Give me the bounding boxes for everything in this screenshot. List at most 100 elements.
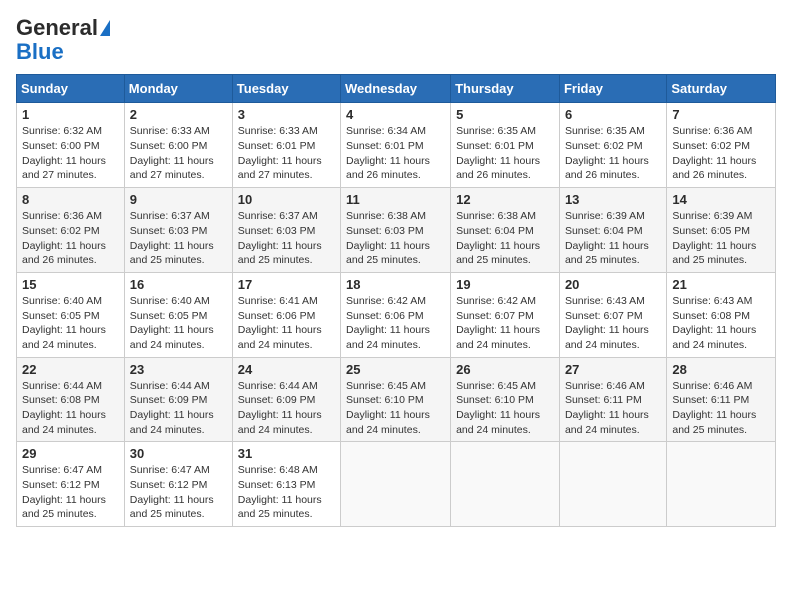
day-info: Sunrise: 6:33 AMSunset: 6:01 PMDaylight:… — [238, 125, 322, 181]
day-number: 15 — [22, 277, 119, 292]
calendar-week-row: 22 Sunrise: 6:44 AMSunset: 6:08 PMDaylig… — [17, 357, 776, 442]
day-info: Sunrise: 6:44 AMSunset: 6:08 PMDaylight:… — [22, 380, 106, 436]
day-number: 10 — [238, 192, 335, 207]
day-info: Sunrise: 6:39 AMSunset: 6:05 PMDaylight:… — [672, 210, 756, 266]
calendar-cell: 31 Sunrise: 6:48 AMSunset: 6:13 PMDaylig… — [232, 442, 340, 527]
day-number: 19 — [456, 277, 554, 292]
calendar-cell: 21 Sunrise: 6:43 AMSunset: 6:08 PMDaylig… — [667, 272, 776, 357]
day-info: Sunrise: 6:39 AMSunset: 6:04 PMDaylight:… — [565, 210, 649, 266]
day-number: 2 — [130, 107, 227, 122]
calendar-cell: 7 Sunrise: 6:36 AMSunset: 6:02 PMDayligh… — [667, 103, 776, 188]
day-number: 16 — [130, 277, 227, 292]
day-number: 7 — [672, 107, 770, 122]
day-number: 17 — [238, 277, 335, 292]
day-number: 27 — [565, 362, 661, 377]
day-number: 20 — [565, 277, 661, 292]
day-number: 5 — [456, 107, 554, 122]
calendar-cell: 14 Sunrise: 6:39 AMSunset: 6:05 PMDaylig… — [667, 188, 776, 273]
calendar-cell: 5 Sunrise: 6:35 AMSunset: 6:01 PMDayligh… — [451, 103, 560, 188]
logo: General Blue — [16, 16, 110, 64]
weekday-header: Thursday — [451, 75, 560, 103]
calendar-cell: 13 Sunrise: 6:39 AMSunset: 6:04 PMDaylig… — [559, 188, 666, 273]
weekday-header: Tuesday — [232, 75, 340, 103]
calendar-cell: 29 Sunrise: 6:47 AMSunset: 6:12 PMDaylig… — [17, 442, 125, 527]
day-info: Sunrise: 6:35 AMSunset: 6:01 PMDaylight:… — [456, 125, 540, 181]
calendar-cell: 18 Sunrise: 6:42 AMSunset: 6:06 PMDaylig… — [341, 272, 451, 357]
logo-arrow-icon — [100, 20, 110, 36]
day-number: 13 — [565, 192, 661, 207]
day-info: Sunrise: 6:38 AMSunset: 6:04 PMDaylight:… — [456, 210, 540, 266]
day-info: Sunrise: 6:42 AMSunset: 6:07 PMDaylight:… — [456, 295, 540, 351]
day-number: 12 — [456, 192, 554, 207]
day-info: Sunrise: 6:44 AMSunset: 6:09 PMDaylight:… — [238, 380, 322, 436]
calendar-header-row: SundayMondayTuesdayWednesdayThursdayFrid… — [17, 75, 776, 103]
day-info: Sunrise: 6:37 AMSunset: 6:03 PMDaylight:… — [130, 210, 214, 266]
day-number: 29 — [22, 446, 119, 461]
day-info: Sunrise: 6:40 AMSunset: 6:05 PMDaylight:… — [130, 295, 214, 351]
calendar-cell: 10 Sunrise: 6:37 AMSunset: 6:03 PMDaylig… — [232, 188, 340, 273]
calendar-cell: 3 Sunrise: 6:33 AMSunset: 6:01 PMDayligh… — [232, 103, 340, 188]
day-info: Sunrise: 6:47 AMSunset: 6:12 PMDaylight:… — [130, 464, 214, 520]
calendar-cell: 9 Sunrise: 6:37 AMSunset: 6:03 PMDayligh… — [124, 188, 232, 273]
weekday-header: Sunday — [17, 75, 125, 103]
day-number: 11 — [346, 192, 445, 207]
calendar-cell: 26 Sunrise: 6:45 AMSunset: 6:10 PMDaylig… — [451, 357, 560, 442]
day-info: Sunrise: 6:40 AMSunset: 6:05 PMDaylight:… — [22, 295, 106, 351]
day-number: 1 — [22, 107, 119, 122]
day-info: Sunrise: 6:33 AMSunset: 6:00 PMDaylight:… — [130, 125, 214, 181]
day-number: 6 — [565, 107, 661, 122]
calendar-cell: 12 Sunrise: 6:38 AMSunset: 6:04 PMDaylig… — [451, 188, 560, 273]
calendar-cell: 25 Sunrise: 6:45 AMSunset: 6:10 PMDaylig… — [341, 357, 451, 442]
day-number: 3 — [238, 107, 335, 122]
day-info: Sunrise: 6:38 AMSunset: 6:03 PMDaylight:… — [346, 210, 430, 266]
day-info: Sunrise: 6:41 AMSunset: 6:06 PMDaylight:… — [238, 295, 322, 351]
calendar-cell: 19 Sunrise: 6:42 AMSunset: 6:07 PMDaylig… — [451, 272, 560, 357]
day-info: Sunrise: 6:45 AMSunset: 6:10 PMDaylight:… — [346, 380, 430, 436]
calendar-week-row: 29 Sunrise: 6:47 AMSunset: 6:12 PMDaylig… — [17, 442, 776, 527]
day-info: Sunrise: 6:43 AMSunset: 6:08 PMDaylight:… — [672, 295, 756, 351]
day-info: Sunrise: 6:42 AMSunset: 6:06 PMDaylight:… — [346, 295, 430, 351]
calendar-cell: 17 Sunrise: 6:41 AMSunset: 6:06 PMDaylig… — [232, 272, 340, 357]
calendar-cell: 11 Sunrise: 6:38 AMSunset: 6:03 PMDaylig… — [341, 188, 451, 273]
weekday-header: Wednesday — [341, 75, 451, 103]
calendar-week-row: 15 Sunrise: 6:40 AMSunset: 6:05 PMDaylig… — [17, 272, 776, 357]
calendar-cell — [451, 442, 560, 527]
calendar-week-row: 8 Sunrise: 6:36 AMSunset: 6:02 PMDayligh… — [17, 188, 776, 273]
weekday-header: Saturday — [667, 75, 776, 103]
day-info: Sunrise: 6:46 AMSunset: 6:11 PMDaylight:… — [565, 380, 649, 436]
page-header: General Blue — [16, 16, 776, 64]
calendar-cell: 8 Sunrise: 6:36 AMSunset: 6:02 PMDayligh… — [17, 188, 125, 273]
calendar-cell — [667, 442, 776, 527]
calendar-cell: 4 Sunrise: 6:34 AMSunset: 6:01 PMDayligh… — [341, 103, 451, 188]
day-number: 24 — [238, 362, 335, 377]
day-info: Sunrise: 6:35 AMSunset: 6:02 PMDaylight:… — [565, 125, 649, 181]
day-info: Sunrise: 6:48 AMSunset: 6:13 PMDaylight:… — [238, 464, 322, 520]
calendar-cell: 2 Sunrise: 6:33 AMSunset: 6:00 PMDayligh… — [124, 103, 232, 188]
day-info: Sunrise: 6:47 AMSunset: 6:12 PMDaylight:… — [22, 464, 106, 520]
day-info: Sunrise: 6:34 AMSunset: 6:01 PMDaylight:… — [346, 125, 430, 181]
day-number: 22 — [22, 362, 119, 377]
day-info: Sunrise: 6:36 AMSunset: 6:02 PMDaylight:… — [672, 125, 756, 181]
calendar-cell: 16 Sunrise: 6:40 AMSunset: 6:05 PMDaylig… — [124, 272, 232, 357]
day-number: 23 — [130, 362, 227, 377]
calendar-cell: 15 Sunrise: 6:40 AMSunset: 6:05 PMDaylig… — [17, 272, 125, 357]
day-number: 9 — [130, 192, 227, 207]
calendar-cell: 28 Sunrise: 6:46 AMSunset: 6:11 PMDaylig… — [667, 357, 776, 442]
calendar-cell: 24 Sunrise: 6:44 AMSunset: 6:09 PMDaylig… — [232, 357, 340, 442]
day-number: 21 — [672, 277, 770, 292]
calendar-cell — [559, 442, 666, 527]
day-number: 31 — [238, 446, 335, 461]
calendar-cell — [341, 442, 451, 527]
calendar-cell: 22 Sunrise: 6:44 AMSunset: 6:08 PMDaylig… — [17, 357, 125, 442]
weekday-header: Friday — [559, 75, 666, 103]
day-number: 18 — [346, 277, 445, 292]
calendar-cell: 1 Sunrise: 6:32 AMSunset: 6:00 PMDayligh… — [17, 103, 125, 188]
calendar-cell: 23 Sunrise: 6:44 AMSunset: 6:09 PMDaylig… — [124, 357, 232, 442]
day-info: Sunrise: 6:45 AMSunset: 6:10 PMDaylight:… — [456, 380, 540, 436]
day-number: 30 — [130, 446, 227, 461]
weekday-header: Monday — [124, 75, 232, 103]
day-number: 4 — [346, 107, 445, 122]
day-info: Sunrise: 6:36 AMSunset: 6:02 PMDaylight:… — [22, 210, 106, 266]
day-info: Sunrise: 6:46 AMSunset: 6:11 PMDaylight:… — [672, 380, 756, 436]
day-info: Sunrise: 6:44 AMSunset: 6:09 PMDaylight:… — [130, 380, 214, 436]
